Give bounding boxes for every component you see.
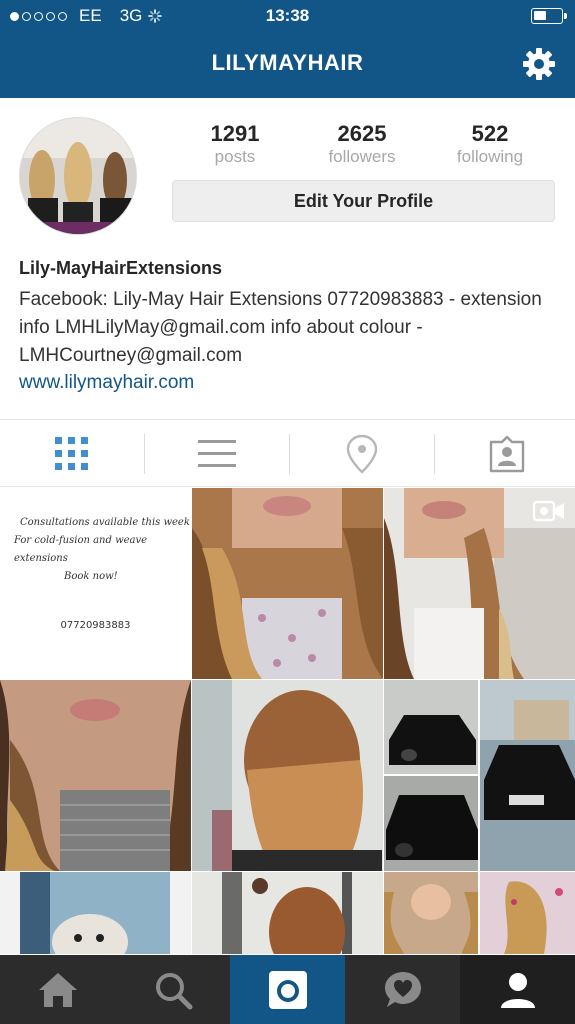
grid-post[interactable]	[192, 872, 383, 954]
followers-count[interactable]: 2625 followers	[307, 122, 417, 168]
grid-icon	[55, 437, 88, 470]
following-count-label: following	[456, 147, 524, 166]
following-count[interactable]: 522 following	[435, 122, 545, 168]
grid-post[interactable]	[0, 872, 191, 954]
clock: 13:38	[265, 6, 310, 25]
tab-search[interactable]	[115, 955, 230, 1024]
battery-icon	[531, 8, 567, 24]
location-pin-icon	[346, 434, 378, 474]
tab-home[interactable]	[0, 955, 115, 1024]
grid-post[interactable]	[192, 488, 383, 679]
heart-bubble-icon	[384, 971, 421, 1007]
grid-view-tab[interactable]	[0, 420, 144, 488]
gear-icon[interactable]	[521, 46, 557, 82]
page-title: LILYMAYHAIR	[211, 50, 364, 75]
tagged-person-icon	[489, 435, 525, 473]
grid-post[interactable]	[192, 680, 383, 871]
home-icon	[38, 972, 77, 1007]
posts-count[interactable]: 1291 posts	[180, 122, 290, 168]
tab-profile[interactable]	[460, 955, 575, 1024]
photo-grid: Consultations available this week For co…	[0, 488, 575, 954]
status-bar: EE 3G 13:38	[0, 0, 575, 32]
list-icon	[198, 440, 236, 467]
grid-post-promo[interactable]: Consultations available this week For co…	[0, 488, 191, 679]
following-count-value: 522	[471, 121, 509, 146]
posts-count-value: 1291	[210, 121, 260, 146]
promo-line-1: Consultations available this week	[20, 517, 190, 528]
bottom-tab-bar	[0, 955, 575, 1024]
person-icon	[500, 972, 535, 1008]
view-toggle-bar	[0, 419, 575, 487]
tab-camera[interactable]	[230, 955, 345, 1024]
edit-profile-button[interactable]: Edit Your Profile	[172, 180, 555, 222]
grid-post[interactable]	[0, 680, 191, 871]
grid-post-collage[interactable]	[384, 680, 575, 871]
website-link[interactable]: www.lilymayhair.com	[19, 372, 194, 394]
profile-name: Lily-MayHairExtensions	[19, 258, 223, 278]
followers-count-label: followers	[328, 147, 396, 166]
tagged-view-tab[interactable]	[435, 420, 575, 488]
profile-bio: Facebook: Lily-May Hair Extensions 07720…	[19, 289, 542, 366]
avatar[interactable]	[19, 117, 137, 235]
followers-count-value: 2625	[337, 121, 387, 146]
search-icon	[155, 972, 192, 1009]
grid-post-collage[interactable]	[384, 872, 575, 954]
promo-line-2: For cold-fusion and weave extensions	[14, 535, 148, 564]
posts-count-label: posts	[214, 147, 256, 166]
promo-line-3: Book now!	[64, 571, 118, 582]
map-view-tab[interactable]	[290, 420, 434, 488]
grid-post-video[interactable]	[384, 488, 575, 679]
tab-activity[interactable]	[345, 955, 460, 1024]
promo-phone: 07720983883	[60, 620, 131, 631]
video-camera-icon	[533, 500, 564, 522]
top-bar: EE 3G 13:38 LILYMAYHAIR	[0, 0, 575, 98]
promo-text: Consultations available this week For co…	[14, 514, 190, 586]
camera-icon	[268, 970, 307, 1009]
list-view-tab[interactable]	[145, 420, 289, 488]
